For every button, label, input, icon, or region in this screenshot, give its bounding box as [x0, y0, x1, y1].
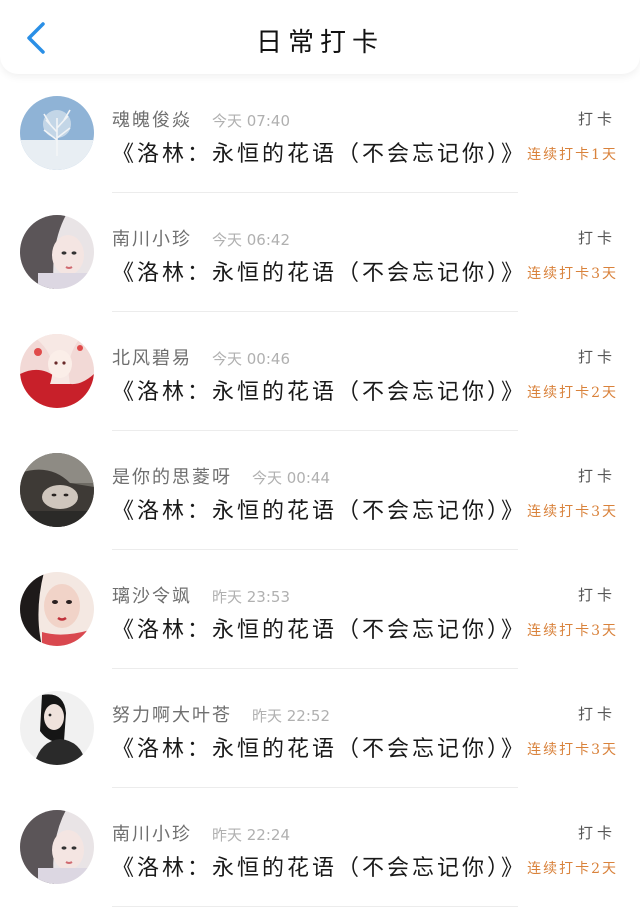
checkin-label: 打卡: [577, 229, 616, 247]
timestamp: 昨天 23:53: [212, 588, 290, 606]
checkin-label: 打卡: [577, 824, 616, 842]
streak-badge: 连续打卡3天: [527, 742, 618, 758]
checkin-label: 打卡: [577, 586, 616, 604]
checkin-label: 打卡: [577, 467, 616, 485]
timestamp: 今天 00:46: [212, 350, 290, 368]
book-title[interactable]: 《洛林：永恒的花语（不会忘记你）》: [112, 850, 526, 882]
streak-badge: 连续打卡1天: [527, 147, 618, 163]
divider: [112, 906, 518, 907]
checkin-list: 魂魄俊焱 今天 07:40 《洛林：永恒的花语（不会忘记你）》 打卡 连续打卡1…: [0, 74, 640, 907]
book-title[interactable]: 《洛林：永恒的花语（不会忘记你）》: [112, 374, 526, 406]
entry-meta: 努力啊大叶苍 昨天 22:52: [112, 701, 330, 727]
streak-badge: 连续打卡3天: [527, 504, 618, 520]
list-item[interactable]: 是你的思菱呀 今天 00:44 《洛林：永恒的花语（不会忘记你）》 打卡 连续打…: [0, 431, 640, 550]
username[interactable]: 璃沙令飒: [112, 582, 192, 608]
list-item[interactable]: 努力啊大叶苍 昨天 22:52 《洛林：永恒的花语（不会忘记你）》 打卡 连续打…: [0, 669, 640, 788]
avatar[interactable]: [20, 453, 94, 527]
streak-badge: 连续打卡2天: [527, 385, 618, 401]
entry-meta: 魂魄俊焱 今天 07:40: [112, 106, 290, 132]
avatar[interactable]: [20, 215, 94, 289]
checkin-label: 打卡: [577, 110, 616, 128]
book-title[interactable]: 《洛林：永恒的花语（不会忘记你）》: [112, 493, 526, 525]
book-title[interactable]: 《洛林：永恒的花语（不会忘记你）》: [112, 731, 526, 763]
username[interactable]: 魂魄俊焱: [112, 106, 192, 132]
username[interactable]: 北风碧易: [112, 344, 192, 370]
book-title[interactable]: 《洛林：永恒的花语（不会忘记你）》: [112, 136, 526, 168]
entry-meta: 是你的思菱呀 今天 00:44: [112, 463, 330, 489]
top-bar: 日常打卡: [0, 0, 640, 74]
username[interactable]: 南川小珍: [112, 225, 192, 251]
avatar[interactable]: [20, 572, 94, 646]
list-item[interactable]: 南川小珍 昨天 22:24 《洛林：永恒的花语（不会忘记你）》 打卡 连续打卡2…: [0, 788, 640, 907]
streak-badge: 连续打卡3天: [527, 623, 618, 639]
timestamp: 昨天 22:24: [212, 826, 290, 844]
entry-meta: 南川小珍 今天 06:42: [112, 225, 290, 251]
username[interactable]: 是你的思菱呀: [112, 463, 232, 489]
avatar[interactable]: [20, 96, 94, 170]
checkin-label: 打卡: [577, 348, 616, 366]
timestamp: 昨天 22:52: [252, 707, 330, 725]
book-title[interactable]: 《洛林：永恒的花语（不会忘记你）》: [112, 255, 526, 287]
entry-meta: 北风碧易 今天 00:46: [112, 344, 290, 370]
book-title[interactable]: 《洛林：永恒的花语（不会忘记你）》: [112, 612, 526, 644]
entry-meta: 南川小珍 昨天 22:24: [112, 820, 290, 846]
streak-badge: 连续打卡3天: [527, 266, 618, 282]
list-item[interactable]: 魂魄俊焱 今天 07:40 《洛林：永恒的花语（不会忘记你）》 打卡 连续打卡1…: [0, 74, 640, 193]
page-title: 日常打卡: [255, 28, 384, 58]
avatar[interactable]: [20, 691, 94, 765]
avatar[interactable]: [20, 334, 94, 408]
checkin-label: 打卡: [577, 705, 616, 723]
list-item[interactable]: 北风碧易 今天 00:46 《洛林：永恒的花语（不会忘记你）》 打卡 连续打卡2…: [0, 312, 640, 431]
username[interactable]: 努力啊大叶苍: [112, 701, 232, 727]
streak-badge: 连续打卡2天: [527, 861, 618, 877]
avatar[interactable]: [20, 810, 94, 884]
list-item[interactable]: 璃沙令飒 昨天 23:53 《洛林：永恒的花语（不会忘记你）》 打卡 连续打卡3…: [0, 550, 640, 669]
username[interactable]: 南川小珍: [112, 820, 192, 846]
timestamp: 今天 07:40: [212, 112, 290, 130]
list-item[interactable]: 南川小珍 今天 06:42 《洛林：永恒的花语（不会忘记你）》 打卡 连续打卡3…: [0, 193, 640, 312]
timestamp: 今天 06:42: [212, 231, 290, 249]
entry-meta: 璃沙令飒 昨天 23:53: [112, 582, 290, 608]
timestamp: 今天 00:44: [252, 469, 330, 487]
